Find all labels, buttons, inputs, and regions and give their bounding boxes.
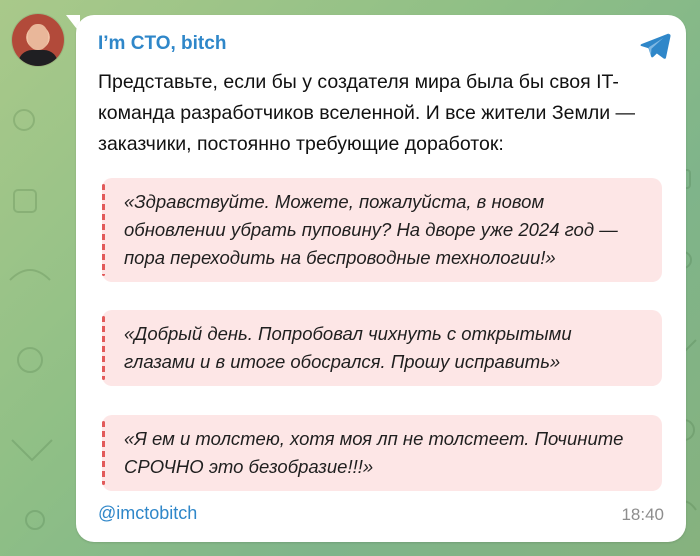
quote-text: «Здравствуйте. Можете, пожалуйста, в нов… [124,191,618,268]
channel-name[interactable]: I’m CTO, bitch [98,33,226,55]
quote-text: «Я ем и толстею, хотя моя лп не толстеет… [124,428,624,477]
quote-block: «Добрый день. Попробовал чихнуть с откры… [102,310,662,386]
quote-text: «Добрый день. Попробовал чихнуть с откры… [124,323,572,372]
channel-avatar[interactable] [12,14,64,66]
avatar-shirt [18,50,58,66]
avatar-face [28,24,48,50]
message-bubble: I’m CTO, bitch Представьте, если бы у со… [76,15,686,542]
telegram-icon[interactable] [638,29,672,63]
channel-handle-link[interactable]: @imctobitch [98,503,197,524]
message-intro: Представьте, если бы у создателя мира бы… [98,71,636,155]
quote-block: «Я ем и толстею, хотя моя лп не толстеет… [102,415,662,491]
message-time: 18:40 [621,505,664,524]
quote-block: «Здравствуйте. Можете, пожалуйста, в нов… [102,178,662,282]
